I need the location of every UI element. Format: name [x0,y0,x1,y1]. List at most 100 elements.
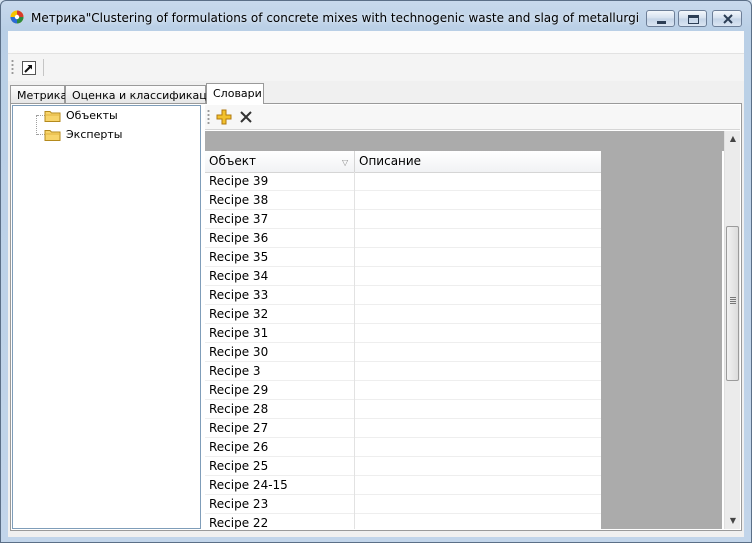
add-button[interactable] [215,108,233,126]
cell-object[interactable]: Recipe 31 [205,324,355,343]
table-row[interactable]: Recipe 39 [205,172,601,191]
maximize-icon [688,15,699,24]
tab-strip: Метрика Оценка и классификация Словари [8,83,744,104]
cell-object[interactable]: Recipe 27 [205,419,355,438]
window-title: Метрика"Clustering of formulations of co… [31,11,639,25]
table-row[interactable]: Recipe 28 [205,400,601,419]
maximize-button[interactable] [678,10,707,27]
table-row[interactable]: Recipe 22 [205,514,601,529]
folder-icon [44,130,61,141]
cell-object[interactable]: Recipe 32 [205,305,355,324]
column-header-description[interactable]: Описание [355,151,601,172]
shortcut-button[interactable] [20,59,38,77]
sort-indicator-icon: ▽ [342,158,349,167]
cell-object[interactable]: Recipe 22 [205,514,355,529]
table-row[interactable]: Recipe 24-15 [205,476,601,495]
toolbar-grip[interactable] [11,59,14,75]
scroll-down-icon[interactable]: ▼ [725,513,741,529]
vertical-scrollbar[interactable]: ▲ ▼ [724,131,740,529]
cell-description[interactable] [355,191,601,210]
delete-icon [240,111,252,123]
cell-description[interactable] [355,381,601,400]
tab-evaluation[interactable]: Оценка и классификация [65,85,220,103]
cell-object[interactable]: Recipe 28 [205,400,355,419]
table-row[interactable]: Recipe 37 [205,210,601,229]
table-row[interactable]: Recipe 29 [205,381,601,400]
cell-description[interactable] [355,229,601,248]
table-row[interactable]: Recipe 34 [205,267,601,286]
close-icon [723,14,733,24]
delete-button[interactable] [237,108,255,126]
menu-bar [8,31,744,54]
tab-label: Оценка и классификация [72,89,221,102]
cell-object[interactable]: Recipe 29 [205,381,355,400]
tab-metrika[interactable]: Метрика [10,85,67,103]
dictionary-grid-panel: Объект ▽ Описание Recipe 39 Recipe 38 Re… [205,105,740,529]
cell-description[interactable] [355,476,601,495]
app-window: Метрика"Clustering of formulations of co… [0,0,752,543]
column-header-label: Объект [209,154,256,168]
app-icon [10,10,24,24]
cell-description[interactable] [355,248,601,267]
cell-description[interactable] [355,286,601,305]
minimize-icon [657,21,666,24]
cell-description[interactable] [355,438,601,457]
column-header-object[interactable]: Объект ▽ [205,151,355,172]
cell-description[interactable] [355,172,601,191]
table-row[interactable]: Recipe 36 [205,229,601,248]
toolbar-separator [43,59,44,76]
shortcut-arrow-icon [22,61,36,75]
table-row[interactable]: Recipe 26 [205,438,601,457]
tree-line [36,115,38,135]
cell-description[interactable] [355,400,601,419]
scroll-up-icon[interactable]: ▲ [725,131,741,147]
table-row[interactable]: Recipe 32 [205,305,601,324]
cell-object[interactable]: Recipe 23 [205,495,355,514]
cell-description[interactable] [355,324,601,343]
table-row[interactable]: Recipe 33 [205,286,601,305]
cell-object[interactable]: Recipe 26 [205,438,355,457]
cell-object[interactable]: Recipe 33 [205,286,355,305]
cell-description[interactable] [355,419,601,438]
grid-area: Объект ▽ Описание Recipe 39 Recipe 38 Re… [205,151,722,529]
close-button[interactable] [712,10,742,27]
cell-object[interactable]: Recipe 36 [205,229,355,248]
tab-dictionaries[interactable]: Словари [206,83,264,104]
table-row[interactable]: Recipe 25 [205,457,601,476]
table-row[interactable]: Recipe 38 [205,191,601,210]
cell-description[interactable] [355,210,601,229]
main-toolbar [8,54,744,81]
cell-description[interactable] [355,362,601,381]
table-row[interactable]: Recipe 27 [205,419,601,438]
cell-object[interactable]: Recipe 38 [205,191,355,210]
cell-object[interactable]: Recipe 25 [205,457,355,476]
table-row[interactable]: Recipe 31 [205,324,601,343]
table-row[interactable]: Recipe 23 [205,495,601,514]
table-row[interactable]: Recipe 3 [205,362,601,381]
scroll-thumb[interactable] [726,226,739,381]
cell-object[interactable]: Recipe 24-15 [205,476,355,495]
grip-icon [730,297,736,304]
minimize-button[interactable] [646,10,675,27]
cell-description[interactable] [355,343,601,362]
cell-object[interactable]: Recipe 30 [205,343,355,362]
cell-object[interactable]: Recipe 39 [205,172,355,191]
cell-description[interactable] [355,267,601,286]
toolbar-grip[interactable] [207,109,210,124]
objects-grid[interactable]: Объект ▽ Описание Recipe 39 Recipe 38 Re… [205,151,601,529]
cell-object[interactable]: Recipe 3 [205,362,355,381]
dictionary-tree[interactable]: Объекты Эксперты [12,105,201,529]
client-area: Метрика Оценка и классификация Словари О… [8,31,744,537]
title-bar[interactable]: Метрика"Clustering of formulations of co… [1,1,751,31]
add-icon [216,109,232,125]
cell-object[interactable]: Recipe 35 [205,248,355,267]
cell-description[interactable] [355,457,601,476]
cell-description[interactable] [355,495,601,514]
cell-object[interactable]: Recipe 37 [205,210,355,229]
cell-description[interactable] [355,514,601,529]
tree-item-label: Объекты [66,109,118,122]
table-row[interactable]: Recipe 35 [205,248,601,267]
cell-description[interactable] [355,305,601,324]
table-row[interactable]: Recipe 30 [205,343,601,362]
cell-object[interactable]: Recipe 34 [205,267,355,286]
